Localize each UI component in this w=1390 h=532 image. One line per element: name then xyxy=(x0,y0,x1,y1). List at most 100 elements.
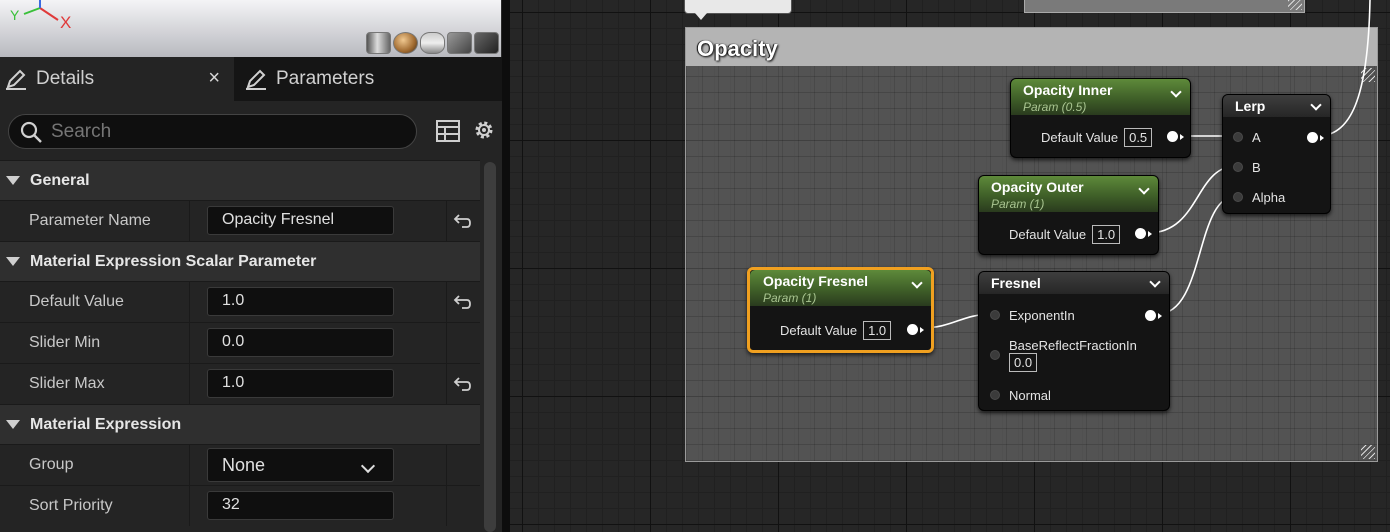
property-label: Group xyxy=(29,456,74,473)
input-pin-b[interactable] xyxy=(1233,162,1243,172)
search-input[interactable] xyxy=(51,120,391,143)
pin-label: B xyxy=(1252,160,1261,175)
input-pin-base-reflect[interactable] xyxy=(990,350,1000,360)
custom-mesh-icon[interactable] xyxy=(474,32,499,54)
output-pin[interactable] xyxy=(1307,132,1324,143)
sphere-icon[interactable] xyxy=(393,32,418,54)
comment-header[interactable]: Opacity xyxy=(686,28,1377,66)
slider-min-field[interactable]: 0.0 xyxy=(207,328,394,357)
node-opacity-fresnel[interactable]: Opacity Fresnel Param (1) Default Value … xyxy=(747,267,934,353)
property-row-slider-min: Slider Min 0.0 xyxy=(0,322,480,363)
collapse-triangle-icon xyxy=(6,420,20,429)
chevron-down-icon[interactable] xyxy=(1170,86,1182,98)
chevron-down-icon[interactable] xyxy=(1149,276,1161,288)
pin-label: Default Value xyxy=(1009,227,1087,242)
preview-shape-toolbar xyxy=(366,32,499,54)
tab-details-label: Details xyxy=(36,68,95,89)
node-opacity-outer[interactable]: Opacity Outer Param (1) Default Value 1.… xyxy=(978,175,1159,255)
node-opacity-inner[interactable]: Opacity Inner Param (0.5) Default Value … xyxy=(1010,78,1191,158)
pin-row: Default Value 1.0 xyxy=(1009,225,1121,244)
category-label: Material Expression Scalar Parameter xyxy=(30,252,317,270)
category-material-expression[interactable]: Material Expression xyxy=(0,404,480,444)
base-reflect-value-field[interactable]: 0.0 xyxy=(1009,353,1038,372)
output-pin[interactable] xyxy=(1167,131,1184,142)
node-header[interactable]: Opacity Fresnel Param (1) xyxy=(750,270,931,306)
search-icon xyxy=(20,121,42,143)
property-row-parameter-name: Parameter Name Opacity Fresnel xyxy=(0,200,480,241)
default-value-field[interactable]: 1.0 xyxy=(207,287,394,316)
scrollbar[interactable] xyxy=(484,162,496,532)
slider-max-field[interactable]: 1.0 xyxy=(207,369,394,398)
details-panel: General Parameter Name Opacity Fresnel M… xyxy=(0,101,502,532)
sort-priority-field[interactable]: 32 xyxy=(207,491,394,520)
category-scalar-parameter[interactable]: Material Expression Scalar Parameter xyxy=(0,241,480,281)
chevron-down-icon[interactable] xyxy=(1138,183,1150,195)
material-preview-viewport[interactable]: X Y xyxy=(0,0,502,57)
node-header[interactable]: Opacity Inner Param (0.5) xyxy=(1011,79,1190,115)
chevron-down-icon xyxy=(360,458,376,474)
property-label: Default Value xyxy=(29,293,124,310)
panel-splitter[interactable] xyxy=(502,0,510,532)
group-dropdown-value: None xyxy=(222,455,266,475)
node-subtitle: Param (1) xyxy=(763,291,817,305)
cylinder-icon[interactable] xyxy=(366,32,391,54)
node-title: Lerp xyxy=(1235,98,1266,114)
reset-to-default-icon[interactable] xyxy=(452,374,472,394)
node-fresnel[interactable]: Fresnel ExponentIn BaseReflectFractionIn… xyxy=(978,271,1170,411)
output-pin[interactable] xyxy=(907,324,924,335)
axis-x-label: X xyxy=(60,13,71,32)
default-value-field[interactable]: 1.0 xyxy=(1092,225,1121,244)
input-pin-a[interactable] xyxy=(1233,132,1243,142)
node-header[interactable]: Fresnel xyxy=(979,272,1169,294)
node-title: Opacity Fresnel xyxy=(763,273,869,289)
node-subtitle: Param (1) xyxy=(991,197,1045,211)
plane-icon[interactable] xyxy=(420,32,445,54)
parameter-name-field[interactable]: Opacity Fresnel xyxy=(207,206,394,235)
category-label: Material Expression xyxy=(30,415,182,433)
pin-row: Alpha xyxy=(1252,190,1285,205)
close-icon[interactable]: × xyxy=(208,67,220,90)
pin-row: Default Value 1.0 xyxy=(780,321,892,340)
default-value-field[interactable]: 1.0 xyxy=(863,321,892,340)
axis-gizmo-icon: X Y xyxy=(10,0,71,32)
collapse-triangle-icon xyxy=(6,176,20,185)
pin-label: Alpha xyxy=(1252,190,1286,205)
pin-row: Default Value 0.5 xyxy=(1041,128,1153,147)
gear-icon[interactable] xyxy=(472,118,496,142)
resize-grip-icon[interactable] xyxy=(1361,68,1375,82)
input-pin-normal[interactable] xyxy=(990,390,1000,400)
search-row xyxy=(0,101,502,160)
table-view-icon[interactable] xyxy=(436,120,460,142)
output-pin[interactable] xyxy=(1145,310,1162,321)
node-title: Fresnel xyxy=(991,275,1041,291)
reset-to-default-icon[interactable] xyxy=(452,292,472,312)
comment-title: Opacity xyxy=(697,36,778,61)
property-row-sort-priority: Sort Priority 32 xyxy=(0,485,480,526)
cube-icon[interactable] xyxy=(447,32,472,54)
search-box[interactable] xyxy=(8,114,417,149)
input-pin-alpha[interactable] xyxy=(1233,192,1243,202)
node-lerp[interactable]: Lerp A B Alpha xyxy=(1222,94,1331,214)
tab-parameters[interactable]: Parameters xyxy=(234,57,502,101)
comment-box-partial[interactable] xyxy=(1024,0,1305,13)
group-dropdown[interactable]: None xyxy=(207,448,394,482)
property-label: Parameter Name xyxy=(29,212,151,229)
property-label: Slider Min xyxy=(29,334,101,351)
pin-label: Normal xyxy=(1009,388,1051,403)
node-header[interactable]: Opacity Outer Param (1) xyxy=(979,176,1158,212)
category-general[interactable]: General xyxy=(0,160,480,200)
reset-to-default-icon[interactable] xyxy=(452,211,472,231)
output-pin[interactable] xyxy=(1135,228,1152,239)
input-pin-exponent[interactable] xyxy=(990,310,1000,320)
chevron-down-icon[interactable] xyxy=(911,277,923,289)
resize-grip-icon[interactable] xyxy=(1361,445,1375,459)
pin-label: BaseReflectFractionIn xyxy=(1009,338,1137,353)
node-header[interactable]: Lerp xyxy=(1223,95,1330,117)
pin-row: ExponentIn xyxy=(1009,308,1075,323)
default-value-field[interactable]: 0.5 xyxy=(1124,128,1153,147)
comment-bubble[interactable] xyxy=(684,0,792,20)
resize-grip-icon[interactable] xyxy=(1288,0,1302,10)
property-row-slider-max: Slider Max 1.0 xyxy=(0,363,480,404)
tab-details[interactable]: Details × xyxy=(0,57,234,101)
chevron-down-icon[interactable] xyxy=(1310,99,1322,111)
